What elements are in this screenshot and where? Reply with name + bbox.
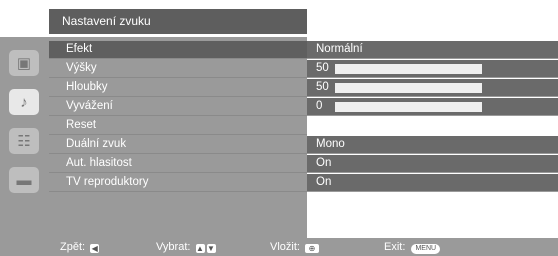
arrow-up-icon: ▲ [195,244,205,253]
menu-item-label: Duální zvuk [66,138,127,150]
menu-item-tv-reproduktory[interactable]: TV reproduktory [49,174,307,192]
category-tabs: ▣ ♪ ☷ ▬ [0,37,49,238]
value-vysky[interactable]: 50 [307,60,558,78]
value-efekt[interactable]: Normální [307,41,558,59]
menu-item-dualni-zvuk[interactable]: Duální zvuk [49,136,307,154]
tab-picture[interactable]: ▣ [9,50,39,76]
menu-item-label: Hloubky [66,81,108,93]
menu-item-aut-hlasitost[interactable]: Aut. hlasitost [49,155,307,173]
menu-item-label: Výšky [66,62,97,74]
enter-label: Vložit: [270,241,300,253]
enter-hint: Vložit: ⊕ [270,241,320,253]
select-hint: Vybrat: ▲ ▼ [156,241,216,253]
bass-slider[interactable] [335,83,482,93]
back-hint: Zpět: ◀ [60,241,100,253]
menu-item-label: Vyvážení [66,100,113,112]
balance-slider[interactable] [335,102,482,112]
menu-item-vysky[interactable]: Výšky [49,60,307,78]
menu-item-vyvazeni[interactable]: Vyvážení [49,98,307,116]
footer-hints: Zpět: ◀ Vybrat: ▲ ▼ Vložit: ⊕ Exit: MENU [0,238,558,256]
value-text: Mono [316,138,345,150]
value-tv-reproduktory[interactable]: On [307,174,558,192]
menu-item-label: Aut. hlasitost [66,157,132,169]
menu-item-label: Efekt [66,43,93,55]
value-aut-hlasitost[interactable]: On [307,155,558,173]
tab-channels[interactable]: ☷ [9,128,39,154]
select-label: Vybrat: [156,241,191,253]
arrow-left-icon: ◀ [90,244,100,253]
picture-icon: ▣ [16,54,32,72]
slider-fill [335,64,409,74]
arrow-down-icon: ▼ [206,244,216,253]
tab-sound[interactable]: ♪ [9,89,39,115]
tab-setup[interactable]: ▬ [9,167,39,193]
value-text: 50 [316,62,329,74]
value-text: On [316,176,332,188]
enter-key-icon: ⊕ [305,244,320,253]
value-hloubky[interactable]: 50 [307,79,558,97]
channel-list-icon: ☷ [17,132,31,150]
slider-fill [335,102,409,112]
treble-slider[interactable] [335,64,482,74]
value-reset [307,117,558,135]
value-text: Normální [316,43,363,55]
slider-fill [335,83,409,93]
value-dualni-zvuk[interactable]: Mono [307,136,558,154]
menu-title: Nastavení zvuku [62,14,151,28]
menu-title-bar: Nastavení zvuku [49,9,307,34]
toolbox-icon: ▬ [16,171,32,189]
value-text: On [316,157,332,169]
value-vyvazeni[interactable]: 0 [307,98,558,116]
menu-item-label: Reset [66,119,97,131]
menu-key-icon: MENU [411,244,441,254]
menu-item-hloubky[interactable]: Hloubky [49,79,307,97]
exit-label: Exit: [384,241,406,253]
music-note-icon: ♪ [20,93,28,111]
exit-hint: Exit: MENU [384,241,441,254]
value-text: 0 [316,100,323,112]
menu-item-efekt[interactable]: Efekt [49,41,307,59]
back-label: Zpět: [60,241,86,253]
value-text: 50 [316,81,329,93]
menu-item-label: TV reproduktory [66,176,149,188]
menu-item-reset[interactable]: Reset [49,117,307,135]
